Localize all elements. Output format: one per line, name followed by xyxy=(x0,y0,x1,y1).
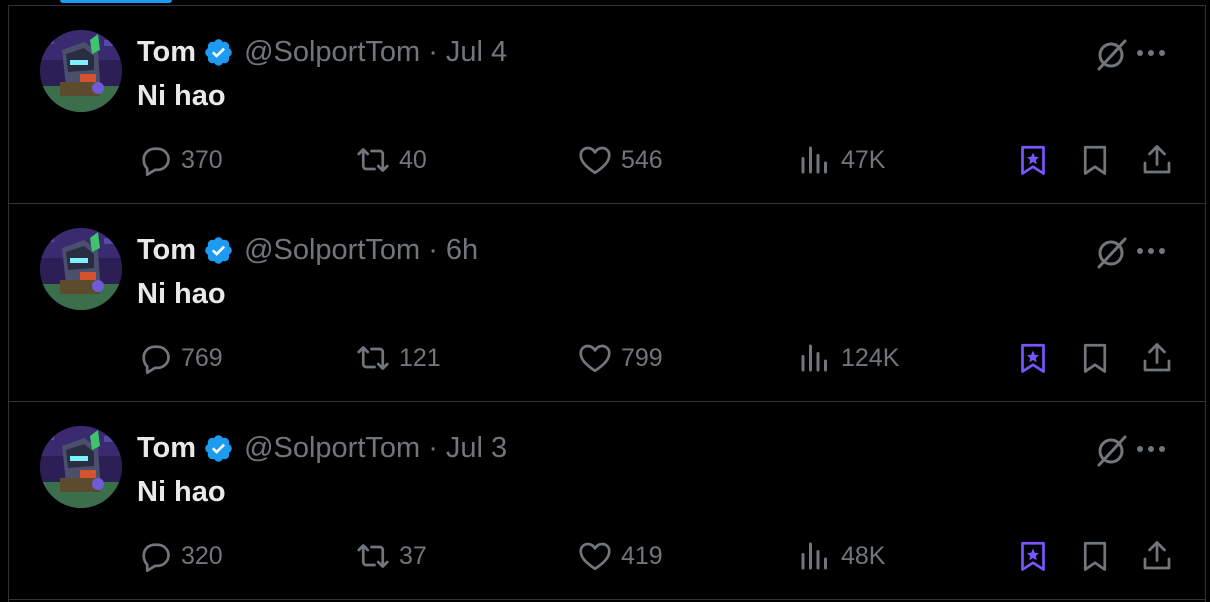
retweet-icon xyxy=(357,346,389,370)
like-count: 419 xyxy=(621,541,663,570)
retweet-button[interactable]: 121 xyxy=(355,340,441,376)
separator-dot: · xyxy=(428,431,438,464)
author-name[interactable]: Tom xyxy=(137,234,196,267)
more-dots-icon[interactable] xyxy=(1134,38,1168,68)
tweet-time[interactable]: Jul 3 xyxy=(446,432,507,465)
grok-icon[interactable] xyxy=(1094,234,1130,270)
author-name[interactable]: Tom xyxy=(137,36,196,69)
tweet-header: Tom @SolportTom · Jul 4 xyxy=(137,32,507,72)
tweet-text: Ni hao xyxy=(137,278,226,310)
views-button[interactable]: 47K xyxy=(797,142,885,178)
heart-icon xyxy=(579,344,611,373)
tweet-time[interactable]: 6h xyxy=(446,234,478,267)
verified-badge-icon xyxy=(203,235,234,266)
reply-icon xyxy=(142,147,170,177)
views-chart-icon xyxy=(801,542,827,570)
reply-button[interactable]: 370 xyxy=(137,142,223,178)
author-handle[interactable]: @SolportTom xyxy=(244,234,420,267)
like-button[interactable]: 799 xyxy=(577,340,663,376)
views-chart-icon xyxy=(801,344,827,372)
retweet-count: 37 xyxy=(399,541,427,570)
reply-count: 320 xyxy=(181,541,223,570)
views-chart-icon xyxy=(801,146,827,174)
tweet[interactable]: Tom @SolportTom · Jul 3 Ni hao 320 37 41… xyxy=(8,401,1206,599)
grok-icon[interactable] xyxy=(1094,432,1130,468)
retweet-button[interactable]: 37 xyxy=(355,538,427,574)
tweet-time[interactable]: Jul 4 xyxy=(446,36,507,69)
tweet-header: Tom @SolportTom · Jul 3 xyxy=(137,428,507,468)
bookmark-star-icon[interactable] xyxy=(1015,340,1051,376)
bookmark-star-icon[interactable] xyxy=(1015,142,1051,178)
heart-icon xyxy=(579,542,611,571)
reply-icon xyxy=(142,345,170,375)
share-icon[interactable] xyxy=(1139,538,1175,574)
author-handle[interactable]: @SolportTom xyxy=(244,432,420,465)
bookmark-icon[interactable] xyxy=(1077,142,1113,178)
reply-icon xyxy=(142,543,170,573)
reply-button[interactable]: 769 xyxy=(137,340,223,376)
verified-badge-icon xyxy=(203,433,234,464)
tweet-actions: 370 40 546 47K xyxy=(137,142,1197,178)
tweet[interactable]: Tom @SolportTom · Jul 4 Ni hao 370 40 54… xyxy=(8,5,1206,203)
retweet-icon xyxy=(357,544,389,568)
verified-badge-icon xyxy=(203,37,234,68)
divider xyxy=(8,599,1206,600)
author-handle[interactable]: @SolportTom xyxy=(244,36,420,69)
view-count: 47K xyxy=(841,145,886,174)
tweet-text: Ni hao xyxy=(137,80,226,112)
separator-dot: · xyxy=(428,233,438,266)
tweet-actions: 320 37 419 48K xyxy=(137,538,1197,574)
separator-dot: · xyxy=(428,35,438,68)
reply-button[interactable]: 320 xyxy=(137,538,223,574)
tab-indicator xyxy=(60,0,172,3)
reply-count: 769 xyxy=(181,343,223,372)
bookmark-star-icon[interactable] xyxy=(1015,538,1051,574)
avatar[interactable] xyxy=(40,426,122,508)
like-button[interactable]: 419 xyxy=(577,538,663,574)
tweet-actions: 769 121 799 124K xyxy=(137,340,1197,376)
avatar[interactable] xyxy=(40,228,122,310)
heart-icon xyxy=(579,146,611,175)
view-count: 124K xyxy=(841,343,900,372)
retweet-count: 121 xyxy=(399,343,441,372)
more-dots-icon[interactable] xyxy=(1134,434,1168,464)
avatar[interactable] xyxy=(40,30,122,112)
grok-icon[interactable] xyxy=(1094,36,1130,72)
views-button[interactable]: 48K xyxy=(797,538,885,574)
like-count: 799 xyxy=(621,343,663,372)
views-button[interactable]: 124K xyxy=(797,340,899,376)
bookmark-icon[interactable] xyxy=(1077,538,1113,574)
tweet-header: Tom @SolportTom · 6h xyxy=(137,230,478,270)
share-icon[interactable] xyxy=(1139,142,1175,178)
reply-count: 370 xyxy=(181,145,223,174)
more-dots-icon[interactable] xyxy=(1134,236,1168,266)
like-count: 546 xyxy=(621,145,663,174)
like-button[interactable]: 546 xyxy=(577,142,663,178)
retweet-button[interactable]: 40 xyxy=(355,142,427,178)
retweet-count: 40 xyxy=(399,145,427,174)
bookmark-icon[interactable] xyxy=(1077,340,1113,376)
tweet[interactable]: Tom @SolportTom · 6h Ni hao 769 121 799 … xyxy=(8,203,1206,401)
tweet-text: Ni hao xyxy=(137,476,226,508)
view-count: 48K xyxy=(841,541,886,570)
share-icon[interactable] xyxy=(1139,340,1175,376)
retweet-icon xyxy=(357,148,389,172)
author-name[interactable]: Tom xyxy=(137,432,196,465)
